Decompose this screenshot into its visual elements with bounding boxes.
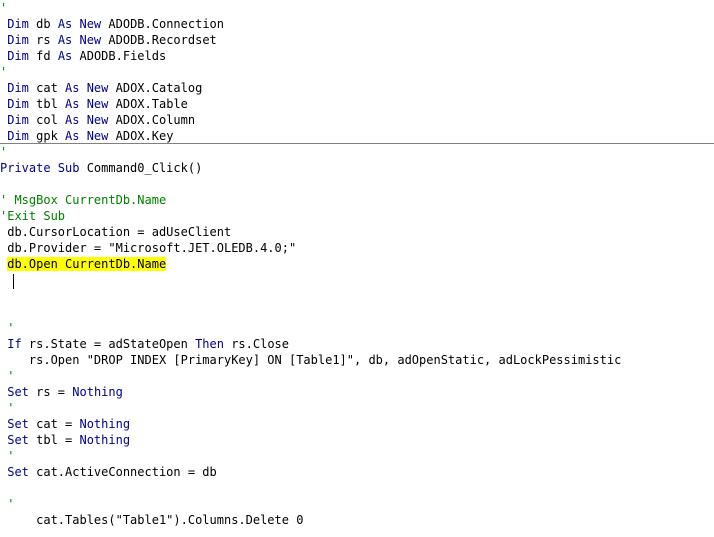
keyword-token: Nothing: [79, 433, 131, 447]
keyword-token: Dim: [0, 129, 29, 143]
code-line[interactable]: Dim cat As New ADOX.Catalog: [0, 80, 202, 96]
code-line[interactable]: 'Exit Sub: [0, 208, 65, 224]
procedure-separator: [0, 143, 714, 144]
comment-token: ': [0, 497, 15, 511]
keyword-token: Nothing: [72, 385, 123, 399]
code-line[interactable]: ': [0, 64, 7, 80]
comment-token: ': [0, 145, 8, 159]
code-text: gpk: [28, 129, 66, 143]
keyword-token: As New: [65, 113, 109, 127]
code-text: rs =: [28, 385, 73, 399]
code-line[interactable]: ': [0, 368, 14, 384]
code-line[interactable]: Dim gpk As New ADOX.Key: [0, 128, 173, 144]
code-line[interactable]: ': [0, 320, 14, 336]
keyword-token: Dim: [0, 49, 29, 63]
keyword-token: Nothing: [79, 417, 131, 431]
code-text: fd: [28, 49, 58, 63]
highlighted-code: db.Open CurrentDb.Name: [7, 257, 167, 271]
code-text: ADOX.Catalog: [108, 81, 203, 95]
code-text: tbl: [28, 97, 66, 111]
code-line[interactable]: ' MsgBox CurrentDb.Name: [0, 192, 166, 208]
code-line[interactable]: Set cat = Nothing: [0, 416, 130, 432]
code-text: db: [28, 17, 58, 31]
text-caret: [13, 274, 14, 289]
code-text: rs.Close: [223, 337, 290, 351]
keyword-token: As New: [65, 129, 109, 143]
code-text: cat: [28, 81, 66, 95]
keyword-token: As: [57, 49, 73, 63]
code-line[interactable]: Dim db As New ADODB.Connection: [0, 16, 224, 32]
code-text: rs: [28, 33, 58, 47]
keyword-token: Set: [0, 417, 29, 431]
code-text: cat.ActiveConnection = db: [28, 465, 217, 479]
code-line[interactable]: ': [0, 0, 7, 16]
comment-token: 'Exit Sub: [0, 209, 66, 223]
keyword-token: As New: [57, 33, 102, 47]
code-line[interactable]: Private Sub Command0_Click(): [0, 160, 202, 176]
keyword-token: If: [0, 337, 22, 351]
code-line[interactable]: rs.Open "DROP INDEX [PrimaryKey] ON [Tab…: [0, 352, 621, 368]
keyword-token: As New: [65, 81, 109, 95]
keyword-token: Private Sub: [0, 161, 80, 175]
keyword-token: Then: [195, 337, 224, 351]
keyword-token: Dim: [0, 97, 29, 111]
comment-token: ': [0, 401, 15, 415]
keyword-token: As New: [57, 17, 102, 31]
code-text: db.CursorLocation = adUseClient: [0, 225, 232, 239]
comment-token: ': [0, 1, 8, 15]
code-text: ADOX.Key: [108, 129, 174, 143]
code-line[interactable]: Dim col As New ADOX.Column: [0, 112, 195, 128]
code-line[interactable]: Set tbl = Nothing: [0, 432, 130, 448]
code-line[interactable]: db.Provider = "Microsoft.JET.OLEDB.4.0;": [0, 240, 296, 256]
code-line[interactable]: ': [0, 448, 14, 464]
code-line[interactable]: Dim fd As ADODB.Fields: [0, 48, 166, 64]
code-line[interactable]: ': [0, 144, 7, 160]
code-line[interactable]: cat.Tables("Table1").Columns.Delete 0: [0, 512, 303, 528]
code-line[interactable]: Set cat.ActiveConnection = db: [0, 464, 217, 480]
comment-token: ': [0, 65, 8, 79]
comment-token: ': [0, 449, 15, 463]
keyword-token: Dim: [0, 17, 29, 31]
keyword-token: Set: [0, 433, 29, 447]
code-line[interactable]: db.CursorLocation = adUseClient: [0, 224, 231, 240]
code-text: rs.State = adStateOpen: [21, 337, 196, 351]
code-text: ADOX.Column: [108, 113, 196, 127]
code-text: ADODB.Recordset: [101, 33, 217, 47]
code-text: db.Provider = "Microsoft.JET.OLEDB.4.0;": [0, 241, 297, 255]
keyword-token: Dim: [0, 113, 29, 127]
code-text: rs.Open "DROP INDEX [PrimaryKey] ON [Tab…: [0, 353, 622, 367]
code-text: Command0_Click(): [79, 161, 203, 175]
code-line[interactable]: ': [0, 496, 14, 512]
code-text: tbl =: [28, 433, 80, 447]
comment-token: ': [0, 369, 15, 383]
keyword-token: Dim: [0, 33, 29, 47]
code-text: cat =: [28, 417, 80, 431]
keyword-token: Set: [0, 465, 29, 479]
code-line[interactable]: If rs.State = adStateOpen Then rs.Close: [0, 336, 289, 352]
code-text: ADOX.Table: [108, 97, 188, 111]
keyword-token: Dim: [0, 81, 29, 95]
code-line[interactable]: Dim rs As New ADODB.Recordset: [0, 32, 217, 48]
code-text: ADODB.Fields: [72, 49, 167, 63]
comment-token: ': [0, 321, 15, 335]
code-line[interactable]: db.Open CurrentDb.Name: [0, 256, 167, 272]
comment-token: ' MsgBox CurrentDb.Name: [0, 193, 167, 207]
code-line[interactable]: Set rs = Nothing: [0, 384, 123, 400]
code-editor[interactable]: ' Dim db As New ADODB.Connection Dim rs …: [0, 0, 714, 537]
code-line[interactable]: Dim tbl As New ADOX.Table: [0, 96, 188, 112]
code-text: ADODB.Connection: [101, 17, 224, 31]
code-text: col: [28, 113, 66, 127]
code-text: cat.Tables("Table1").Columns.Delete 0: [0, 513, 304, 527]
code-line[interactable]: ': [0, 400, 14, 416]
keyword-token: As New: [65, 97, 109, 111]
keyword-token: Set: [0, 385, 29, 399]
